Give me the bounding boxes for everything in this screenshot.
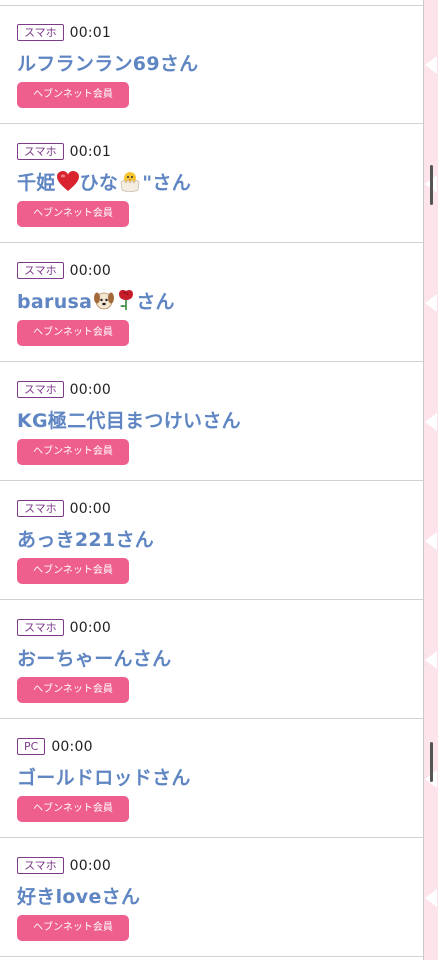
heaven-net-member-badge: ヘブンネット会員: [17, 201, 129, 227]
member-name-link[interactable]: 好きloveさん: [17, 882, 140, 909]
member-name-link[interactable]: ゴールドロッドさん: [17, 763, 191, 790]
access-info: スマホ 00:00: [17, 499, 111, 518]
list-item: スマホ 00:00 KG極二代目まつけいさん ヘブンネット会員: [0, 363, 423, 481]
device-tag: スマホ: [17, 262, 64, 279]
access-info: スマホ 00:00: [17, 380, 111, 399]
access-info: PC 00:00: [17, 737, 93, 756]
access-info: スマホ 00:00: [17, 618, 111, 637]
member-name-link[interactable]: barusa さん: [17, 287, 175, 314]
chevron-left-icon: [425, 889, 437, 907]
heaven-net-member-badge: ヘブンネット会員: [17, 82, 129, 108]
list-item: スマホ 00:00 好きloveさん ヘブンネット会員: [0, 839, 423, 957]
access-time: 00:00: [69, 381, 112, 398]
device-tag: スマホ: [17, 619, 64, 636]
member-list: スマホ 00:01 ルフランラン69さん ヘブンネット会員 スマホ 00:01 …: [0, 0, 423, 960]
chevron-left-icon: [425, 651, 437, 669]
heaven-net-member-badge: ヘブンネット会員: [17, 558, 129, 584]
list-item: スマホ 00:00 あっき221さん ヘブンネット会員: [0, 482, 423, 600]
device-tag: スマホ: [17, 857, 64, 874]
access-time: 00:00: [69, 857, 112, 874]
list-item: スマホ 00:00 barusa さん ヘブンネット会員: [0, 244, 423, 362]
member-name-part: "さん: [142, 172, 192, 194]
device-tag: スマホ: [17, 24, 64, 41]
member-name-part: さん: [136, 291, 175, 313]
device-tag: スマホ: [17, 500, 64, 517]
device-tag: スマホ: [17, 381, 64, 398]
access-time: 00:00: [69, 619, 112, 636]
member-name-link[interactable]: ルフランラン69さん: [17, 49, 198, 76]
red-heart-emoji-icon: [56, 171, 79, 191]
scrollbar-thumb[interactable]: [430, 742, 433, 782]
access-time: 00:01: [69, 143, 112, 160]
list-item: スマホ 00:01 ルフランラン69さん ヘブンネット会員: [0, 6, 423, 124]
side-rail: [423, 0, 438, 960]
access-time: 00:01: [69, 24, 112, 41]
access-info: スマホ 00:01: [17, 142, 111, 161]
member-name-link[interactable]: あっき221さん: [17, 525, 154, 552]
heaven-net-member-badge: ヘブンネット会員: [17, 320, 129, 346]
chevron-left-icon: [425, 532, 437, 550]
chevron-left-icon: [425, 56, 437, 74]
dog-face-emoji-icon: [94, 292, 115, 310]
divider: [423, 0, 424, 960]
heaven-net-member-badge: ヘブンネット会員: [17, 439, 129, 465]
access-time: 00:00: [69, 262, 112, 279]
member-name-link[interactable]: おーちゃーんさん: [17, 644, 171, 671]
member-name-link[interactable]: KG極二代目まつけいさん: [17, 406, 241, 433]
chevron-left-icon: [425, 294, 437, 312]
access-info: スマホ 00:00: [17, 856, 111, 875]
member-name-part: 千姫: [17, 172, 56, 194]
hatching-chick-emoji-icon: [120, 172, 140, 192]
list-item: スマホ 00:00 おーちゃーんさん ヘブンネット会員: [0, 601, 423, 719]
list-item: PC 00:00 ゴールドロッドさん ヘブンネット会員: [0, 720, 423, 838]
member-name-part: ひな: [79, 172, 119, 194]
heaven-net-member-badge: ヘブンネット会員: [17, 796, 129, 822]
scrollbar-thumb[interactable]: [430, 165, 433, 205]
member-name-part: barusa: [17, 291, 93, 313]
device-tag: PC: [17, 738, 46, 755]
access-time: 00:00: [69, 500, 112, 517]
heaven-net-member-badge: ヘブンネット会員: [17, 915, 129, 941]
member-name-link[interactable]: 千姫 ひな "さん: [17, 168, 191, 195]
heaven-net-member-badge: ヘブンネット会員: [17, 677, 129, 703]
list-item: スマホ 00:01 千姫 ひな "さん ヘブンネット会員: [0, 125, 423, 243]
rose-emoji-icon: [119, 290, 134, 310]
access-time: 00:00: [51, 738, 93, 755]
chevron-left-icon: [425, 413, 437, 431]
device-tag: スマホ: [17, 143, 64, 160]
access-info: スマホ 00:01: [17, 23, 111, 42]
access-info: スマホ 00:00: [17, 261, 111, 280]
